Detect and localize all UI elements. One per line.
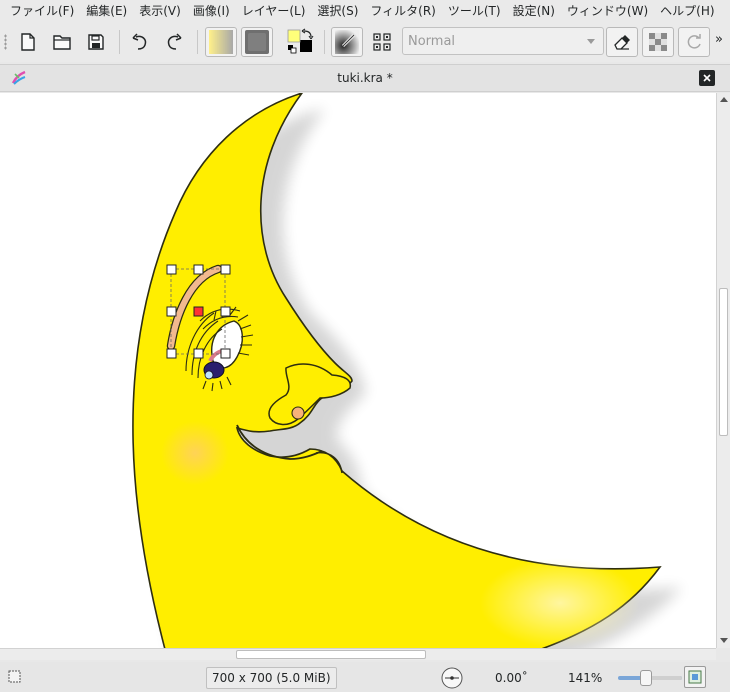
- save-document-button[interactable]: [81, 27, 111, 57]
- redo-button[interactable]: [159, 27, 189, 57]
- open-document-button[interactable]: [47, 27, 77, 57]
- zoom-slider-handle[interactable]: [640, 670, 652, 686]
- preserve-alpha-icon: [649, 33, 667, 51]
- new-document-button[interactable]: [13, 27, 43, 57]
- workspace-chooser-icon: [373, 33, 391, 51]
- close-document-button[interactable]: [699, 70, 715, 86]
- toolbar-separator: [119, 30, 120, 54]
- document-title: tuki.kra *: [337, 71, 393, 85]
- menu-tools[interactable]: ツール(T): [442, 0, 507, 22]
- menu-file[interactable]: ファイル(F): [4, 0, 80, 22]
- menu-help[interactable]: ヘルプ(H): [654, 0, 720, 22]
- brush-preset-icon: [335, 30, 359, 54]
- undo-button[interactable]: [125, 27, 155, 57]
- horizontal-scrollbar[interactable]: [0, 648, 716, 660]
- menu-settings[interactable]: 設定(N): [507, 0, 561, 22]
- moon-highlight: [480, 558, 640, 648]
- pattern-swatch-icon: [245, 30, 269, 54]
- eraser-mode-icon: [614, 35, 630, 50]
- toolbar-separator: [197, 30, 198, 54]
- scroll-up-arrow-icon[interactable]: [720, 97, 728, 102]
- selection-mode-icon[interactable]: [8, 670, 21, 683]
- reload-preset-button[interactable]: [678, 27, 710, 57]
- toolbar-overflow-button[interactable]: »: [715, 32, 723, 47]
- toolbar-separator: [324, 30, 325, 54]
- canvas-area[interactable]: [0, 93, 716, 648]
- menu-select[interactable]: 選択(S): [311, 0, 364, 22]
- vertical-scroll-thumb[interactable]: [719, 288, 728, 436]
- moon-eye-glint: [204, 370, 214, 380]
- image-size-button[interactable]: 700 x 700 (5.0 MiB): [206, 667, 337, 689]
- workspace-chooser-button[interactable]: [367, 27, 397, 57]
- undo-icon: [132, 33, 147, 50]
- chevron-down-icon: [587, 39, 595, 44]
- moon-artwork[interactable]: [0, 93, 716, 648]
- close-icon: [703, 74, 711, 82]
- vertical-scrollbar[interactable]: [716, 93, 730, 648]
- menu-filter[interactable]: フィルタ(R): [364, 0, 441, 22]
- pattern-chooser-button[interactable]: [241, 27, 273, 57]
- scroll-down-arrow-icon[interactable]: [720, 638, 728, 643]
- zoom-value: 141%: [568, 671, 603, 685]
- blend-mode-value: Normal: [408, 33, 456, 49]
- eraser-mode-button[interactable]: [606, 27, 638, 57]
- menu-edit[interactable]: 編集(E): [80, 0, 133, 22]
- new-document-icon: [21, 33, 35, 51]
- menu-window[interactable]: ウィンドウ(W): [561, 0, 654, 22]
- menu-view[interactable]: 表示(V): [133, 0, 187, 22]
- blend-mode-select[interactable]: Normal: [402, 27, 604, 55]
- reload-preset-icon: [687, 34, 701, 49]
- document-tab-bar: tuki.kra *: [0, 64, 730, 92]
- menubar: ファイル(F) 編集(E) 表示(V) 画像(I) レイヤー(L) 選択(S) …: [0, 0, 730, 22]
- statusbar: 700 x 700 (5.0 MiB) 0.00˚ 141%: [0, 662, 730, 692]
- gradient-swatch-icon: [209, 30, 233, 54]
- krita-window: ファイル(F) 編集(E) 表示(V) 画像(I) レイヤー(L) 選択(S) …: [0, 0, 730, 692]
- redo-icon: [167, 33, 182, 50]
- color-selector[interactable]: [285, 27, 315, 57]
- moon-nostril: [291, 406, 305, 420]
- menu-image[interactable]: 画像(I): [187, 0, 236, 22]
- rotation-dial-icon[interactable]: [440, 666, 464, 690]
- open-folder-icon: [53, 35, 71, 50]
- moon-cheek: [161, 421, 229, 485]
- zoom-fit-button[interactable]: [684, 666, 706, 688]
- horizontal-scroll-thumb[interactable]: [236, 650, 426, 659]
- toolbar-grip[interactable]: [4, 34, 7, 50]
- preserve-alpha-button[interactable]: [642, 27, 674, 57]
- rotation-value: 0.00˚: [495, 671, 528, 685]
- save-icon: [88, 34, 104, 50]
- brush-preset-button[interactable]: [331, 27, 363, 57]
- color-swap-icon: [287, 28, 314, 54]
- zoom-fit-icon: [688, 670, 702, 684]
- menu-layer[interactable]: レイヤー(L): [236, 0, 312, 22]
- gradient-chooser-button[interactable]: [205, 27, 237, 57]
